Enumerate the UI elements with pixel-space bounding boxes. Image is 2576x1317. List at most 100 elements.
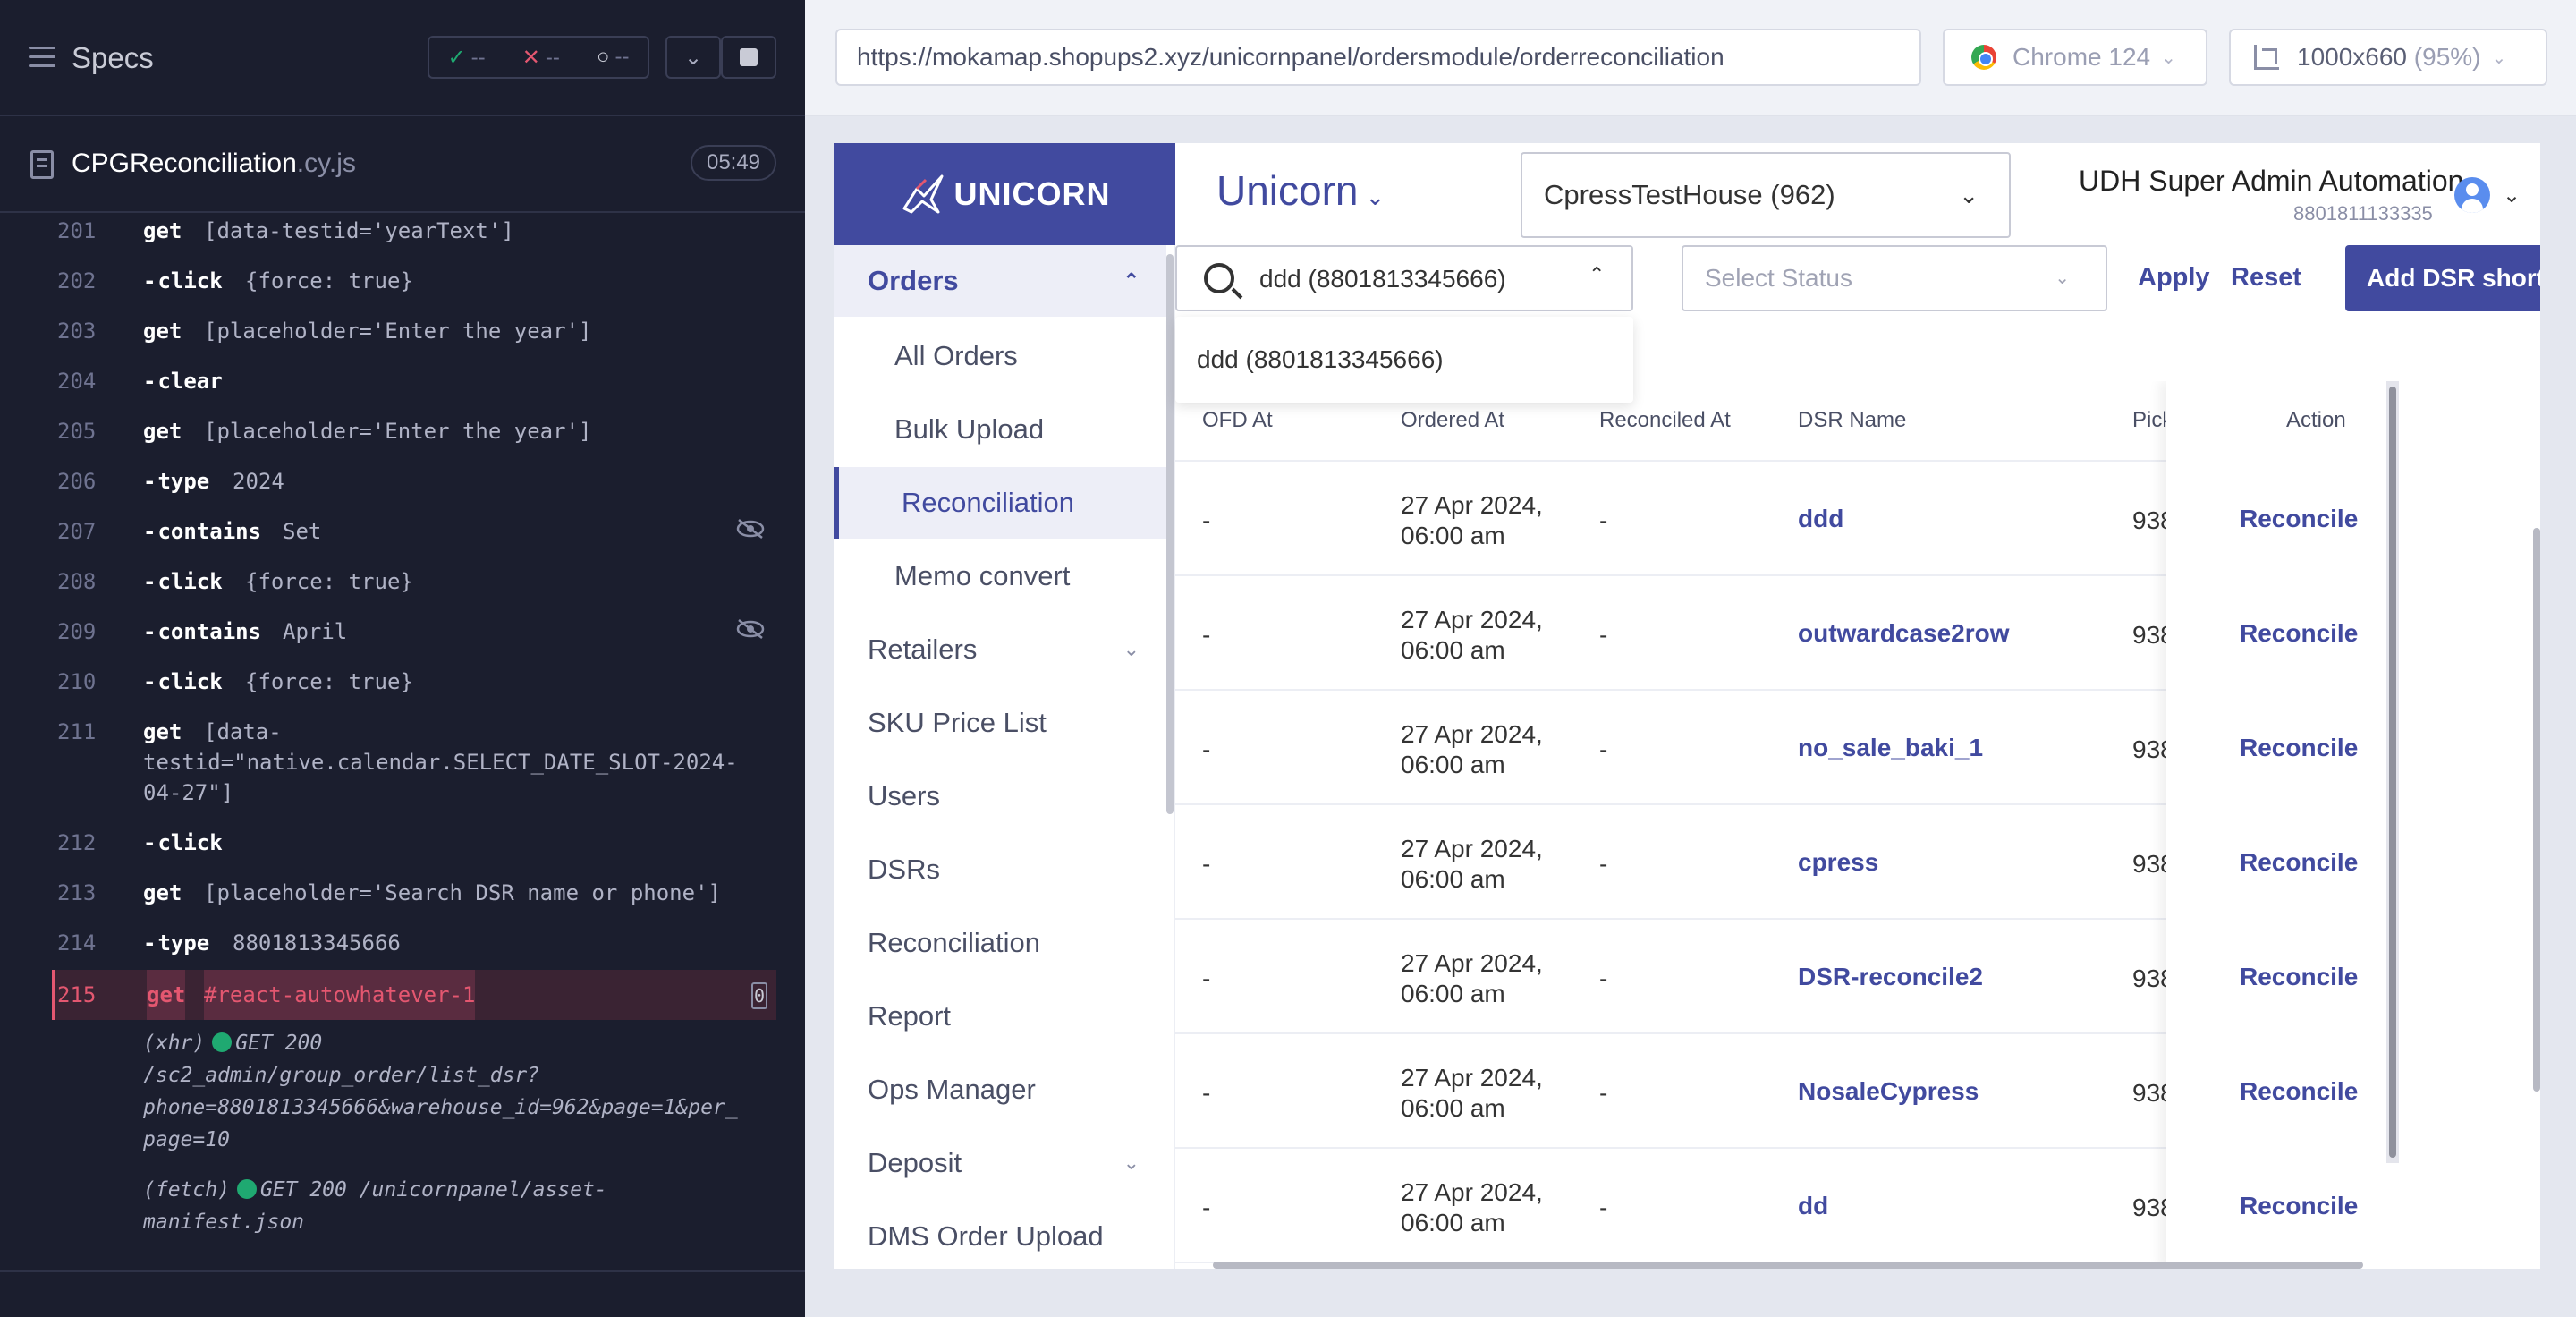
col-ordered-at[interactable]: Ordered At	[1401, 408, 1504, 433]
pending-count: ○ --	[596, 45, 630, 69]
eye-slash-icon[interactable]	[735, 517, 766, 540]
element-count-badge: 0	[751, 982, 767, 1009]
cypress-runner-panel: Specs ✓ -- ✕ -- ○ -- ⌄ CPGReconciliation.cy…	[0, 0, 805, 1317]
sidebar-item-reconciliation-active[interactable]: Reconciliation	[834, 467, 1166, 539]
action-column: Action Reconcile Reconcile Reconcile Rec…	[2166, 381, 2386, 1269]
browser-toolbar: https://mokamap.shopups2.xyz/unicornpane…	[805, 0, 2576, 116]
chevron-down-icon: ⌄	[1959, 182, 1979, 208]
chevron-up-icon[interactable]: ⌃	[1589, 263, 1605, 286]
failed-count: ✕ --	[521, 45, 560, 70]
page-scrollbar[interactable]	[2533, 528, 2540, 1092]
add-dsr-short-button[interactable]: Add DSR short c	[2345, 245, 2540, 311]
dsr-link[interactable]: outwardcase2row	[1798, 619, 2010, 648]
chevron-up-icon: ⌃	[1123, 269, 1140, 292]
fetch-log[interactable]: (fetch) GET 200 /unicornpanel/asset- mani…	[143, 1174, 823, 1238]
app-under-test: UNICORN Unicorn ⌄ CpressTestHouse (962) ⌄ …	[834, 143, 2540, 1269]
command-row-active[interactable]: 215 get #react-autowhatever-1 0	[52, 970, 776, 1020]
runner-footer	[0, 1270, 805, 1317]
spec-duration: 05:49	[691, 145, 776, 181]
sidebar-item-retailers[interactable]: Retailers ⌄	[834, 614, 1166, 685]
reconcile-button[interactable]: Reconcile	[2240, 1192, 2358, 1220]
col-dsr-name[interactable]: DSR Name	[1798, 408, 1906, 433]
col-ofd-at[interactable]: OFD At	[1202, 408, 1273, 433]
table-vertical-scrollbar[interactable]	[2386, 381, 2399, 1163]
chevron-down-icon: ⌄	[1123, 638, 1140, 660]
reconcile-button[interactable]: Reconcile	[2240, 1077, 2358, 1106]
unicorn-logo[interactable]: UNICORN	[834, 143, 1175, 245]
status-dot-icon	[236, 1179, 257, 1199]
stop-icon	[740, 48, 758, 66]
warehouse-select[interactable]: CpressTestHouse (962) ⌄	[1521, 152, 2011, 238]
eye-slash-icon[interactable]	[735, 617, 766, 641]
brand-switcher[interactable]: Unicorn ⌄	[1216, 166, 1385, 215]
dsr-link[interactable]: DSR-reconcile2	[1798, 963, 1983, 991]
check-icon: ✓	[447, 45, 466, 70]
app-topbar: UNICORN Unicorn ⌄ CpressTestHouse (962) ⌄ …	[834, 143, 2540, 245]
search-icon	[1204, 263, 1234, 293]
reconcile-button[interactable]: Reconcile	[2240, 848, 2358, 877]
chevron-down-icon: ⌄	[2491, 47, 2507, 68]
runner-header: Specs ✓ -- ✕ -- ○ -- ⌄	[0, 0, 805, 116]
user-name: UDH Super Admin Automation	[2079, 165, 2464, 197]
dsr-link[interactable]: cpress	[1798, 848, 1878, 877]
browser-selector[interactable]: Chrome 124 ⌄	[1943, 29, 2207, 86]
status-select[interactable]: Select Status ⌄	[1682, 245, 2107, 311]
sidebar-scrollbar[interactable]	[1166, 254, 1174, 814]
chrome-icon	[1971, 45, 1996, 70]
col-reconciled-at[interactable]: Reconciled At	[1599, 408, 1731, 433]
dsr-link[interactable]: no_sale_baki_1	[1798, 734, 1983, 762]
sidebar-item-orders[interactable]: Orders ⌃	[834, 245, 1166, 317]
specs-menu-icon[interactable]	[29, 47, 55, 70]
sidebar-item-reconciliation[interactable]: Reconciliation	[834, 907, 1166, 979]
viewport-selector[interactable]: 1000x660 (95%) ⌄	[2229, 29, 2547, 86]
sidebar-item-sku-price-list[interactable]: SKU Price List	[834, 687, 1166, 759]
file-icon	[30, 150, 54, 179]
sidebar-item-dms-order-upload[interactable]: DMS Order Upload	[834, 1201, 1166, 1269]
url-bar[interactable]: https://mokamap.shopups2.xyz/unicornpane…	[835, 29, 1921, 86]
col-action: Action	[2286, 408, 2346, 432]
sidebar-item-bulk-upload[interactable]: Bulk Upload	[834, 394, 1166, 465]
unicorn-logo-icon	[902, 174, 943, 214]
chevron-down-icon: ⌄	[683, 45, 703, 70]
specs-label[interactable]: Specs	[72, 41, 154, 75]
sidebar-item-dsrs[interactable]: DSRs	[834, 834, 1166, 905]
passed-count: ✓ --	[447, 45, 486, 70]
chevron-down-icon: ⌄	[2055, 268, 2070, 288]
table-horizontal-scrollbar[interactable]	[1213, 1262, 2363, 1269]
chevron-down-icon: ⌄	[1123, 1151, 1140, 1174]
reconcile-button[interactable]: Reconcile	[2240, 505, 2358, 533]
status-dot-icon	[212, 1032, 233, 1052]
sidebar-item-ops-manager[interactable]: Ops Manager	[834, 1054, 1166, 1126]
avatar[interactable]	[2454, 177, 2490, 213]
xhr-log[interactable]: (xhr) GET 200 /sc2_admin/group_order/list…	[143, 1027, 823, 1156]
chevron-down-button[interactable]: ⌄	[665, 36, 721, 79]
reconciliation-table: OFD At Ordered At Reconciled At DSR Name…	[1175, 381, 2386, 1269]
dsr-link[interactable]: dd	[1798, 1192, 1828, 1220]
spinner-icon: ○	[596, 45, 610, 69]
chevron-down-icon[interactable]: ⌄	[2503, 183, 2521, 208]
sidebar-item-users[interactable]: Users	[834, 760, 1166, 832]
reset-button[interactable]: Reset	[2231, 263, 2301, 293]
test-stats: ✓ -- ✕ -- ○ --	[428, 36, 649, 79]
user-phone: 8801811133335	[2293, 202, 2433, 225]
spec-file-name: CPGReconciliation.cy.js	[72, 149, 356, 178]
autocomplete-suggestion[interactable]: ddd (8801813345666)	[1175, 317, 1633, 403]
cross-icon: ✕	[521, 45, 540, 70]
sidebar-item-deposit[interactable]: Deposit ⌄	[834, 1127, 1166, 1199]
command-row[interactable]: 211 get [data- testid="native.calendar.SE…	[52, 719, 776, 809]
reconcile-button[interactable]: Reconcile	[2240, 963, 2358, 991]
reconcile-button[interactable]: Reconcile	[2240, 734, 2358, 762]
dsr-link[interactable]: NosaleCypress	[1798, 1077, 1979, 1106]
sidebar-item-memo-convert[interactable]: Memo convert	[834, 540, 1166, 612]
sidebar-item-report[interactable]: Report	[834, 981, 1166, 1052]
chevron-down-icon: ⌄	[2161, 47, 2176, 68]
apply-button[interactable]: Apply	[2138, 263, 2210, 293]
chevron-down-icon: ⌄	[1365, 183, 1385, 210]
sidebar: Orders ⌃ All Orders Bulk Upload Reconcili…	[834, 245, 1175, 1269]
viewport-icon	[2254, 45, 2279, 70]
stop-button[interactable]	[721, 36, 776, 79]
sidebar-item-all-orders[interactable]: All Orders	[834, 320, 1166, 392]
dsr-search-input[interactable]: ddd (8801813345666) ⌃	[1175, 245, 1633, 311]
dsr-link[interactable]: ddd	[1798, 505, 1843, 533]
reconcile-button[interactable]: Reconcile	[2240, 619, 2358, 648]
